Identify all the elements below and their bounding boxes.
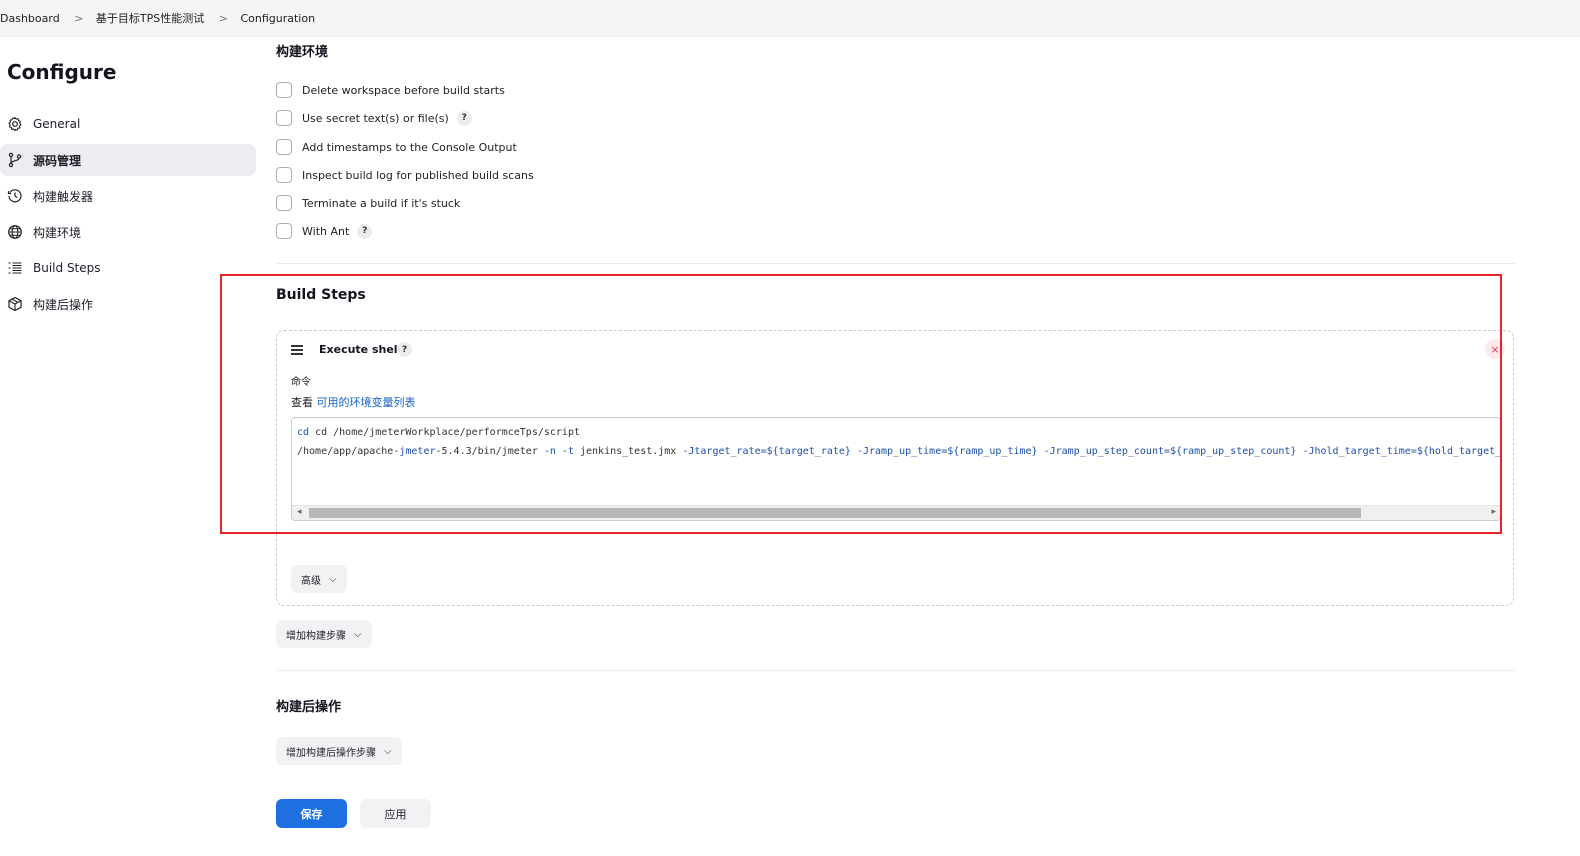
- checkbox[interactable]: [276, 167, 292, 183]
- sidebar-item-label: 构建后操作: [33, 297, 94, 312]
- checkbox[interactable]: [276, 110, 292, 126]
- sidebar-item-general[interactable]: General: [0, 108, 256, 140]
- chevron-down-icon: ⌵: [354, 628, 362, 640]
- list-icon: [7, 260, 23, 276]
- gear-icon: [7, 116, 23, 132]
- option-delete-workspace[interactable]: Delete workspace before build starts: [276, 81, 505, 99]
- option-label: Add timestamps to the Console Output: [302, 140, 517, 154]
- breadcrumb-separator: >: [74, 11, 84, 25]
- add-build-step-label: 增加构建步骤: [286, 630, 346, 642]
- checkbox[interactable]: [276, 223, 292, 239]
- option-label: Use secret text(s) or file(s): [302, 111, 449, 125]
- clock-icon: [7, 188, 23, 204]
- sidebar-item-label: General: [33, 117, 81, 131]
- option-timestamps[interactable]: Add timestamps to the Console Output: [276, 138, 517, 156]
- help-icon[interactable]: ?: [456, 110, 472, 126]
- breadcrumb-job[interactable]: 基于目标TPS性能测试: [96, 10, 204, 26]
- package-icon: [7, 296, 23, 312]
- globe-icon: [7, 224, 23, 240]
- chevron-down-icon: ⌵: [329, 573, 337, 585]
- section-divider: [276, 670, 1516, 671]
- add-build-step-button[interactable]: 增加构建步骤 ⌵: [276, 620, 372, 648]
- page-title: Configure: [7, 60, 117, 84]
- sidebar-nav: General 源码管理 构建触发器 构建环境 Build Steps 构建后操…: [0, 106, 256, 324]
- checkbox[interactable]: [276, 82, 292, 98]
- sidebar-item-post-build[interactable]: 构建后操作: [0, 288, 256, 320]
- sidebar-item-build-env[interactable]: 构建环境: [0, 216, 256, 248]
- add-post-build-step-button[interactable]: 增加构建后操作步骤 ⌵: [276, 737, 402, 765]
- checkbox[interactable]: [276, 139, 292, 155]
- option-label: Inspect build log for published build sc…: [302, 168, 534, 182]
- sidebar-item-label: Build Steps: [33, 261, 101, 275]
- option-label: Delete workspace before build starts: [302, 83, 505, 97]
- option-terminate-stuck[interactable]: Terminate a build if it's stuck: [276, 194, 460, 212]
- sidebar-item-build-steps[interactable]: Build Steps: [0, 252, 256, 284]
- sidebar-item-label: 源码管理: [33, 153, 82, 168]
- advanced-button[interactable]: 高级 ⌵: [291, 565, 347, 593]
- branch-icon: [7, 152, 23, 168]
- top-bar: Dashboard > 基于目标TPS性能测试 > Configuration: [0, 0, 1580, 37]
- sidebar-item-label: 构建触发器: [33, 189, 94, 204]
- help-icon[interactable]: ?: [357, 223, 373, 239]
- sidebar-item-triggers[interactable]: 构建触发器: [0, 180, 256, 212]
- option-label: Terminate a build if it's stuck: [302, 196, 461, 210]
- section-divider: [276, 263, 1516, 264]
- apply-button[interactable]: 应用: [360, 799, 431, 828]
- checkbox[interactable]: [276, 195, 292, 211]
- option-secret-text[interactable]: Use secret text(s) or file(s) ?: [276, 109, 472, 127]
- breadcrumb-configuration[interactable]: Configuration: [240, 12, 315, 25]
- save-button[interactable]: 保存: [276, 799, 347, 828]
- option-inspect-build-log[interactable]: Inspect build log for published build sc…: [276, 166, 534, 184]
- highlight-annotation-box: [220, 274, 1502, 534]
- add-post-build-label: 增加构建后操作步骤: [286, 747, 376, 759]
- breadcrumb-dashboard[interactable]: Dashboard: [0, 12, 60, 25]
- sidebar-item-label: 构建环境: [33, 225, 82, 240]
- breadcrumb: Dashboard > 基于目标TPS性能测试 > Configuration: [0, 10, 315, 26]
- breadcrumb-separator: >: [218, 11, 228, 25]
- chevron-down-icon: ⌵: [384, 745, 392, 757]
- section-heading-post-build: 构建后操作: [276, 700, 342, 715]
- advanced-label: 高级: [301, 575, 321, 587]
- option-with-ant[interactable]: With Ant ?: [276, 222, 373, 240]
- section-heading-build-env: 构建环境: [276, 45, 329, 60]
- sidebar-item-scm[interactable]: 源码管理: [0, 144, 256, 176]
- option-label: With Ant: [302, 224, 350, 238]
